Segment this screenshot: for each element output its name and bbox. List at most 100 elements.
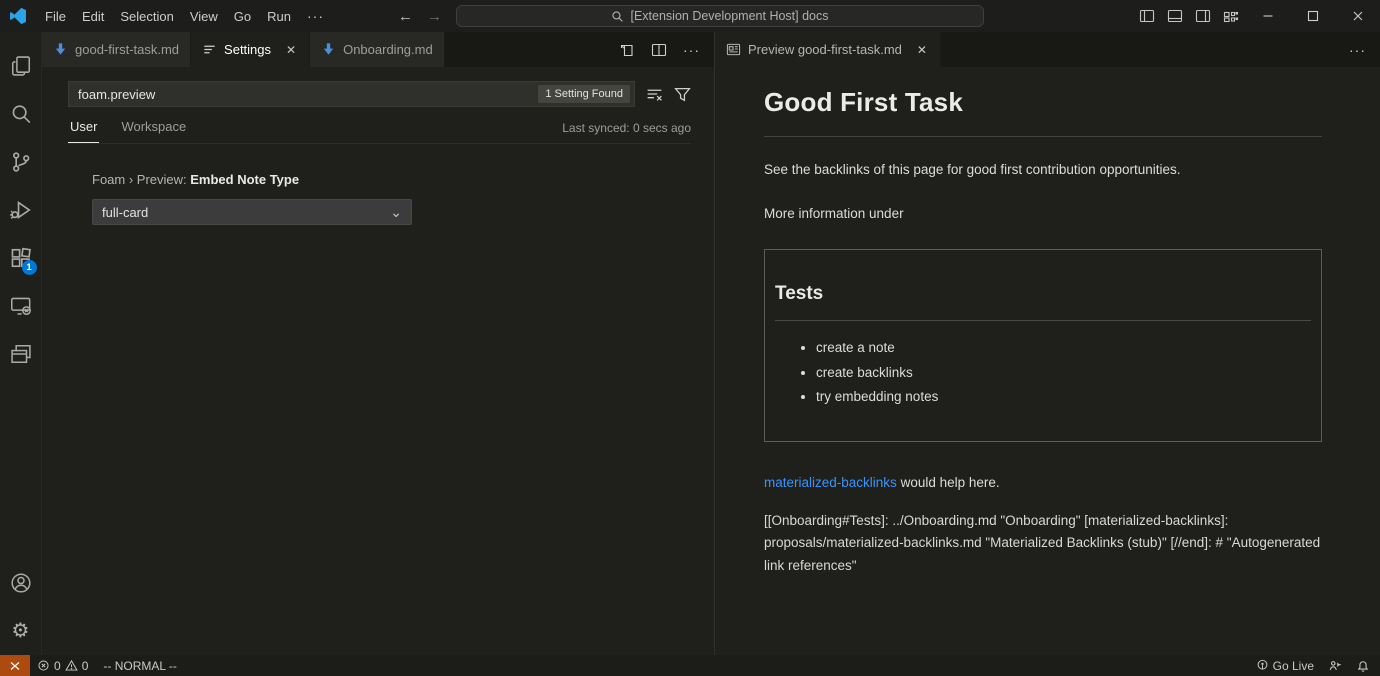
command-center-label: [Extension Development Host] docs	[630, 9, 828, 23]
close-tab-icon[interactable]: ✕	[915, 42, 929, 58]
preview-intro-paragraph: See the backlinks of this page for good …	[764, 160, 1322, 180]
window-controls	[1133, 0, 1380, 32]
command-center-search[interactable]: [Extension Development Host] docs	[456, 5, 984, 27]
accounts-icon[interactable]	[0, 559, 42, 607]
vim-mode-indicator[interactable]: -- NORMAL --	[95, 655, 185, 676]
tab-label: Onboarding.md	[343, 42, 433, 57]
run-and-debug-icon[interactable]	[0, 186, 42, 234]
customize-layout-icon[interactable]	[1217, 0, 1245, 32]
preview-more-info-paragraph: More information under	[764, 204, 1322, 224]
live-share-button[interactable]	[1321, 655, 1349, 676]
clear-settings-search-icon[interactable]	[646, 86, 663, 103]
setting-name: Embed Note Type	[190, 172, 299, 187]
select-value: full-card	[102, 205, 148, 220]
markdown-preview-icon	[726, 42, 741, 57]
tab-preview-good-first-task[interactable]: Preview good-first-task.md ✕	[715, 32, 941, 67]
menu-file[interactable]: File	[37, 0, 74, 32]
left-tab-bar: good-first-task.md Settings ✕ Onboarding…	[42, 32, 714, 67]
toggle-secondary-sidebar-icon[interactable]	[1189, 0, 1217, 32]
extensions-icon[interactable]: 1	[0, 234, 42, 282]
tab-label: Preview good-first-task.md	[748, 42, 902, 57]
tab-settings[interactable]: Settings ✕	[191, 32, 310, 67]
title-bar: File Edit Selection View Go Run ··· ← → …	[0, 0, 1380, 32]
settings-results-badge: 1 Setting Found	[538, 85, 630, 103]
settings-scope-tabs: User Workspace Last synced: 0 secs ago	[68, 119, 691, 144]
error-icon	[37, 659, 50, 672]
toggle-panel-icon[interactable]	[1161, 0, 1189, 32]
editor-windows-stack-icon[interactable]	[0, 330, 42, 378]
settings-search-row: foam.preview 1 Setting Found	[68, 81, 691, 107]
go-live-button[interactable]: Go Live	[1249, 655, 1321, 676]
warning-icon	[65, 659, 78, 672]
scope-tab-workspace[interactable]: Workspace	[119, 119, 188, 143]
vscode-window: File Edit Selection View Go Run ··· ← → …	[0, 0, 1380, 676]
markdown-file-icon	[53, 42, 68, 57]
right-tab-bar: Preview good-first-task.md ✕ ···	[715, 32, 1380, 67]
manage-settings-gear-icon[interactable]: ⚙	[0, 607, 42, 655]
remote-explorer-icon[interactable]	[0, 282, 42, 330]
back-arrow-icon[interactable]: ←	[398, 8, 413, 25]
link-references-paragraph: [[Onboarding#Tests]: ../Onboarding.md "O…	[764, 510, 1322, 578]
tab-label: Settings	[224, 42, 271, 57]
more-actions-icon[interactable]: ···	[683, 42, 700, 58]
more-actions-icon[interactable]: ···	[1349, 42, 1366, 58]
minimize-button[interactable]	[1245, 0, 1290, 32]
backlink-paragraph: materialized-backlinks would help here.	[764, 473, 1322, 493]
markdown-preview-pane: Good First Task See the backlinks of thi…	[715, 67, 1380, 655]
forward-arrow-icon[interactable]: →	[427, 8, 442, 25]
maximize-button[interactable]	[1290, 0, 1335, 32]
notifications-button[interactable]	[1349, 655, 1380, 676]
preview-title: Good First Task	[764, 84, 1322, 137]
list-item: try embedding notes	[816, 387, 1311, 407]
editor-group-right: Preview good-first-task.md ✕ ··· Good Fi…	[715, 32, 1380, 655]
bell-icon	[1356, 659, 1370, 673]
problems-indicator[interactable]: 0 0	[30, 655, 95, 676]
editor-group-left: good-first-task.md Settings ✕ Onboarding…	[42, 32, 715, 655]
setting-category: Foam › Preview:	[92, 172, 190, 187]
history-navigation: ← →	[398, 0, 442, 32]
setting-title: Foam › Preview: Embed Note Type	[92, 172, 691, 187]
toggle-primary-sidebar-icon[interactable]	[1133, 0, 1161, 32]
right-tab-actions: ···	[1335, 32, 1380, 67]
backlink-suffix: would help here.	[897, 475, 1000, 490]
menu-selection[interactable]: Selection	[112, 0, 181, 32]
embedded-note-title: Tests	[775, 280, 1311, 322]
remote-indicator[interactable]	[0, 655, 30, 676]
go-live-label: Go Live	[1273, 659, 1314, 673]
settings-editor: foam.preview 1 Setting Found User	[42, 67, 714, 655]
setting-embed-note-type: Foam › Preview: Embed Note Type full-car…	[92, 172, 691, 225]
list-item: create a note	[816, 338, 1311, 358]
warning-count: 0	[82, 659, 89, 673]
split-editor-icon[interactable]	[651, 42, 667, 58]
search-view-icon[interactable]	[0, 90, 42, 138]
tab-good-first-task[interactable]: good-first-task.md	[42, 32, 191, 67]
error-count: 0	[54, 659, 61, 673]
embedded-note-list: create a note create backlinks try embed…	[775, 338, 1311, 407]
markdown-file-icon	[321, 42, 336, 57]
open-settings-json-icon[interactable]	[619, 42, 635, 58]
menu-view[interactable]: View	[182, 0, 226, 32]
menu-go[interactable]: Go	[226, 0, 259, 32]
explorer-icon[interactable]	[0, 42, 42, 90]
settings-search-input[interactable]: foam.preview 1 Setting Found	[68, 81, 635, 107]
broadcast-icon	[1256, 659, 1269, 672]
menu-more-icon[interactable]: ···	[299, 0, 332, 32]
close-tab-icon[interactable]: ✕	[284, 42, 298, 58]
source-control-icon[interactable]	[0, 138, 42, 186]
scope-tab-user[interactable]: User	[68, 119, 99, 143]
filter-settings-icon[interactable]	[674, 86, 691, 103]
close-window-button[interactable]	[1335, 0, 1380, 32]
left-tab-actions: ···	[605, 32, 714, 67]
menu-edit[interactable]: Edit	[74, 0, 112, 32]
status-bar-right: Go Live	[1249, 655, 1380, 676]
extensions-badge: 1	[22, 260, 37, 275]
embed-note-type-select[interactable]: full-card ⌄	[92, 199, 412, 225]
list-item: create backlinks	[816, 363, 1311, 383]
tab-onboarding[interactable]: Onboarding.md	[310, 32, 445, 67]
materialized-backlinks-link[interactable]: materialized-backlinks	[764, 475, 897, 490]
settings-search-actions	[646, 86, 691, 103]
menu-run[interactable]: Run	[259, 0, 299, 32]
live-share-icon	[1328, 659, 1342, 673]
last-synced-label: Last synced: 0 secs ago	[562, 121, 691, 143]
vscode-logo-icon	[9, 7, 27, 25]
